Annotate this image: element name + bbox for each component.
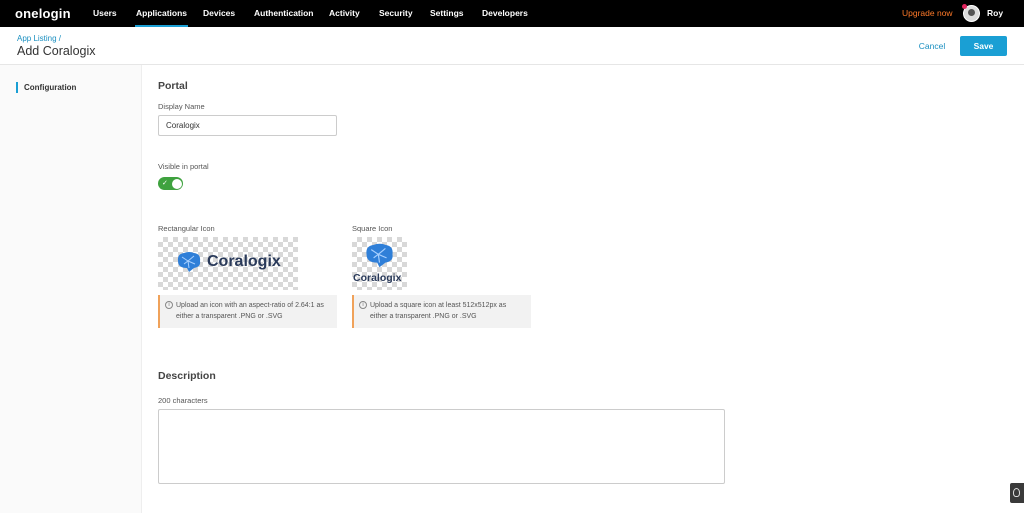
info-icon: i <box>359 301 367 309</box>
nav-users[interactable]: Users <box>93 0 117 27</box>
breadcrumb-app-listing[interactable]: App Listing / <box>17 34 61 43</box>
visible-in-portal-label: Visible in portal <box>158 162 209 171</box>
nav-settings[interactable]: Settings <box>430 0 464 27</box>
lightbulb-icon <box>1013 488 1020 497</box>
square-icon-upload[interactable]: Coralogix <box>352 237 407 290</box>
rectangular-icon-info: i Upload an icon with an aspect-ratio of… <box>158 295 337 328</box>
user-name[interactable]: Roy <box>987 0 1003 27</box>
nav-security[interactable]: Security <box>379 0 413 27</box>
page-header: App Listing / Add Coralogix Cancel Save <box>0 27 1024 65</box>
page-title: Add Coralogix <box>17 44 96 58</box>
sidebar: Configuration <box>0 65 142 513</box>
square-icon-label: Square Icon <box>352 224 393 233</box>
coralogix-brain-icon <box>366 243 393 268</box>
square-icon-info: i Upload a square icon at least 512x512p… <box>352 295 531 328</box>
rectangular-icon-label: Rectangular Icon <box>158 224 215 233</box>
nav-developers[interactable]: Developers <box>482 0 528 27</box>
upgrade-now-link[interactable]: Upgrade now <box>902 0 953 27</box>
save-button[interactable]: Save <box>960 36 1007 56</box>
rectangular-icon-info-text: Upload an icon with an aspect-ratio of 2… <box>176 302 324 320</box>
onelogin-logo[interactable]: onelogin <box>15 6 71 21</box>
cancel-button[interactable]: Cancel <box>910 36 954 56</box>
display-name-label: Display Name <box>158 102 205 111</box>
portal-section-title: Portal <box>158 80 188 92</box>
rectangular-icon-upload[interactable]: Coralogix <box>158 237 298 290</box>
check-icon: ✓ <box>162 180 168 187</box>
coralogix-wordmark: Coralogix <box>353 272 402 284</box>
info-icon: i <box>165 301 173 309</box>
nav-devices[interactable]: Devices <box>203 0 235 27</box>
toggle-knob <box>171 178 182 189</box>
square-icon-info-text: Upload a square icon at least 512x512px … <box>370 302 507 320</box>
top-nav: onelogin Users Applications Devices Auth… <box>0 0 1024 27</box>
coralogix-brain-icon <box>177 252 201 272</box>
notification-dot <box>962 4 967 9</box>
help-lightbulb-button[interactable] <box>1010 483 1024 503</box>
sidebar-item-configuration[interactable]: Configuration <box>16 82 76 93</box>
nav-activity[interactable]: Activity <box>329 0 360 27</box>
nav-applications[interactable]: Applications <box>135 0 189 27</box>
visible-in-portal-toggle[interactable]: ✓ <box>158 177 183 190</box>
description-section-title: Description <box>158 370 216 382</box>
coralogix-wordmark: Coralogix <box>207 253 281 270</box>
display-name-input[interactable] <box>158 115 337 136</box>
description-char-limit-label: 200 characters <box>158 396 208 405</box>
description-textarea[interactable] <box>158 409 725 484</box>
nav-authentication[interactable]: Authentication <box>254 0 314 27</box>
